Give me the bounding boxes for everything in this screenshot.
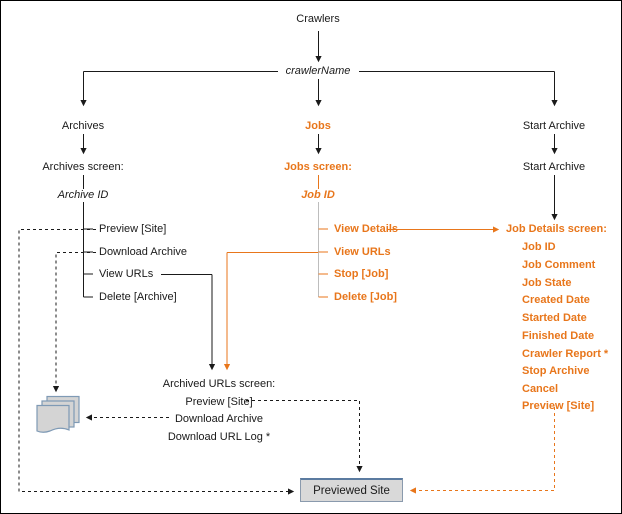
node-archived-urls-screen: Archived URLs screen:: [162, 378, 276, 390]
job-details-item-finished-date: Finished Date: [522, 330, 595, 342]
node-start-archive-screen: Start Archive: [522, 161, 586, 173]
archives-item-view-urls: View URLs: [99, 268, 154, 280]
jobs-item-view-urls: View URLs: [334, 246, 391, 258]
previewed-site-label: Previewed Site: [313, 484, 390, 497]
crawlers-flow-diagram: Crawlers crawlerName Archives Archives s…: [0, 0, 622, 514]
archives-item-delete-archive: Delete [Archive]: [99, 291, 177, 303]
job-details-item-stop-archive: Stop Archive: [522, 365, 590, 377]
archived-urls-item-download-url-log: Download URL Log *: [167, 431, 271, 443]
job-details-item-job-id: Job ID: [522, 241, 556, 253]
node-crawlers: Crawlers: [296, 13, 340, 25]
archived-urls-item-download-archive: Download Archive: [174, 413, 264, 425]
connector-layer: [18, 31, 558, 495]
node-jobs-screen: Jobs screen:: [284, 161, 352, 173]
node-start-archive: Start Archive: [522, 120, 586, 132]
node-archive-id: Archive ID: [57, 189, 109, 201]
job-details-item-cancel: Cancel: [522, 383, 559, 395]
node-job-details-screen: Job Details screen:: [506, 223, 607, 235]
previewed-site-box[interactable]: Previewed Site: [300, 478, 403, 502]
node-jobs: Jobs: [305, 120, 331, 132]
jobs-item-view-details: View Details: [334, 223, 398, 235]
file-stack-icon: [36, 395, 80, 433]
job-details-item-crawler-report: Crawler Report *: [522, 348, 609, 360]
archives-item-download-archive: Download Archive: [99, 246, 188, 258]
node-job-id-param: Job ID: [301, 189, 335, 201]
node-archives: Archives: [61, 120, 105, 132]
job-details-item-job-comment: Job Comment: [522, 259, 596, 271]
job-details-item-started-date: Started Date: [522, 312, 587, 324]
job-details-item-job-state: Job State: [522, 277, 572, 289]
jobs-item-delete-job: Delete [Job]: [334, 291, 397, 303]
job-details-item-preview-site: Preview [Site]: [522, 400, 595, 412]
job-details-item-created-date: Created Date: [522, 294, 590, 306]
archived-urls-item-preview-site: Preview [Site]: [185, 396, 253, 408]
jobs-item-stop-job: Stop [Job]: [334, 268, 389, 280]
archives-item-preview-site: Preview [Site]: [99, 223, 167, 235]
node-crawler-name: crawlerName: [285, 65, 351, 77]
node-archives-screen: Archives screen:: [42, 161, 124, 173]
